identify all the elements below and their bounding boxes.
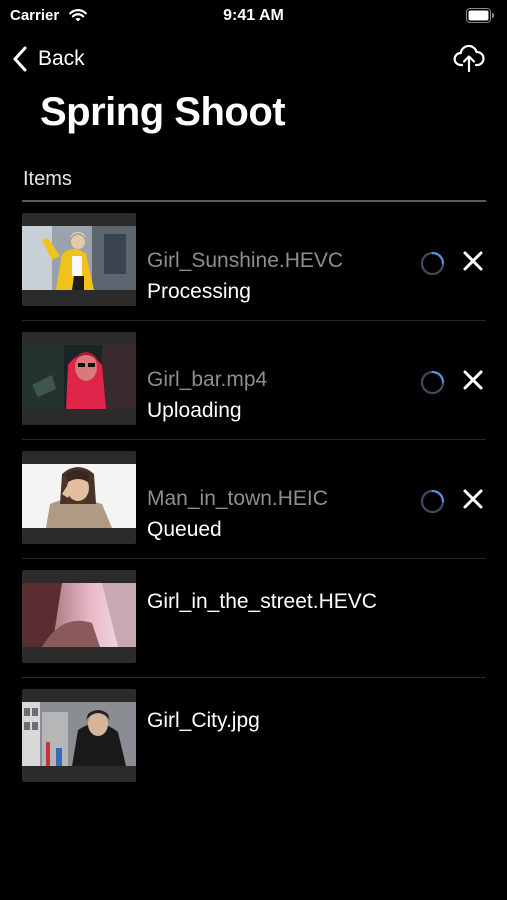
close-icon[interactable] <box>462 250 484 272</box>
items-list: Girl_Sunshine.HEVC Processing Girl_bar.m… <box>22 202 486 797</box>
list-item[interactable]: Girl_bar.mp4 Uploading <box>22 321 486 440</box>
close-icon[interactable] <box>462 488 484 510</box>
thumbnail <box>22 451 136 544</box>
loading-spinner-icon <box>420 251 445 276</box>
chevron-left-icon <box>13 46 27 72</box>
navigation-bar: Back <box>0 40 507 80</box>
item-filename: Girl_bar.mp4 <box>147 368 268 391</box>
list-item[interactable]: Man_in_town.HEIC Queued <box>22 440 486 559</box>
back-label: Back <box>38 47 85 70</box>
loading-spinner-icon <box>420 370 445 395</box>
item-status: Uploading <box>147 399 242 422</box>
list-item[interactable]: Girl_in_the_street.HEVC <box>22 559 486 678</box>
item-status: Processing <box>147 280 251 303</box>
status-bar: Carrier 9:41 AM <box>0 0 507 34</box>
item-filename: Girl_in_the_street.HEVC <box>147 590 377 613</box>
portrait-photo <box>22 464 136 528</box>
battery-icon <box>466 8 494 23</box>
item-filename: Girl_City.jpg <box>147 709 260 732</box>
thumbnail <box>22 332 136 425</box>
close-icon[interactable] <box>462 369 484 391</box>
list-item[interactable]: Girl_City.jpg <box>22 678 486 797</box>
item-filename: Girl_Sunshine.HEVC <box>147 249 344 272</box>
loading-spinner-icon <box>420 489 445 514</box>
back-button[interactable]: Back <box>12 44 85 74</box>
cloud-upload-icon[interactable] <box>453 43 485 73</box>
thumbnail <box>22 689 136 782</box>
item-status: Queued <box>147 518 222 541</box>
city-photo <box>22 702 136 766</box>
yellow-jacket-photo <box>22 226 136 290</box>
thumbnail <box>22 213 136 306</box>
thumbnail <box>22 570 136 663</box>
street-photo <box>22 583 136 647</box>
red-hair-photo <box>22 345 136 409</box>
section-header-items: Items <box>23 168 72 190</box>
clock: 9:41 AM <box>223 7 284 24</box>
page-title: Spring Shoot <box>40 90 286 134</box>
item-filename: Man_in_town.HEIC <box>147 487 328 510</box>
list-item[interactable]: Girl_Sunshine.HEVC Processing <box>22 202 486 321</box>
